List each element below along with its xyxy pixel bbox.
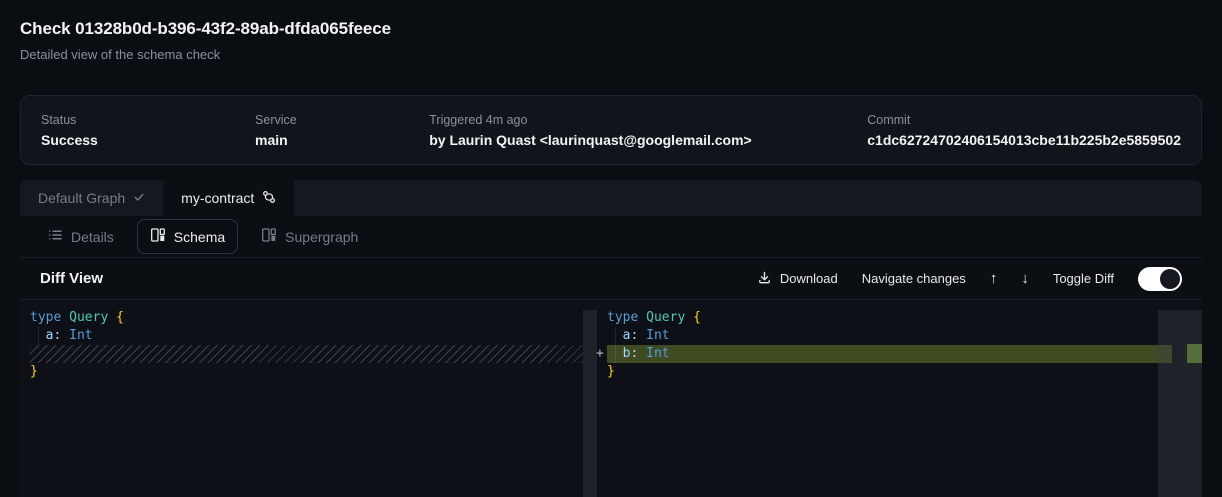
check-summary-card: Status Success Service main Triggered 4m… [20, 95, 1202, 165]
view-tab-bar: Details Schema Supergraph [20, 216, 1202, 258]
diff-pane-left: type Query { a: Int} [20, 300, 583, 497]
added-change-overview-marker [1187, 344, 1202, 363]
triggered-value: by Laurin Quast <laurinquast@googlemail.… [429, 132, 867, 148]
tab-schema[interactable]: Schema [137, 219, 238, 254]
triggered-label: Triggered 4m ago [429, 113, 867, 127]
page-header: Check 01328b0d-b396-43f2-89ab-dfda065fee… [20, 0, 1202, 64]
code-line: type Query { [607, 309, 1202, 327]
service-label: Service [255, 113, 429, 127]
check-detail-panel: Details Schema Supergraph Diff View Down… [20, 216, 1202, 497]
added-line-marker: + [596, 345, 604, 363]
toggle-diff-label: Toggle Diff [1053, 271, 1114, 286]
download-button[interactable]: Download [757, 270, 838, 288]
page-subtitle: Detailed view of the schema check [20, 46, 1202, 64]
navigate-changes-label: Navigate changes [862, 271, 966, 286]
download-icon [757, 270, 772, 288]
diff-view-title: Diff View [40, 270, 103, 287]
diff-pane-right: type Query { a: Int b: Int} [607, 300, 1202, 497]
arrow-up-icon: ↑ [990, 270, 998, 287]
tab-my-contract-label: my-contract [181, 190, 254, 206]
page-title: Check 01328b0d-b396-43f2-89ab-dfda065fee… [20, 18, 1202, 40]
tab-details-label: Details [71, 229, 114, 245]
code-line-added: b: Int [607, 345, 1202, 363]
service-value: main [255, 132, 429, 148]
columns-icon [261, 227, 277, 246]
download-label: Download [780, 271, 838, 286]
left-pane-scrollbar[interactable] [583, 310, 597, 497]
tab-details[interactable]: Details [34, 219, 127, 254]
diff-toolbar: Diff View Download Navigate changes ↑ ↓ … [20, 258, 1202, 300]
indent-guide [615, 327, 616, 363]
status-label: Status [41, 113, 255, 127]
summary-status: Status Success [41, 113, 255, 148]
arrow-down-icon: ↓ [1021, 270, 1029, 287]
previous-change-button[interactable]: ↑ [990, 270, 998, 287]
navigate-changes-button[interactable]: Navigate changes [862, 271, 966, 286]
tab-default-graph[interactable]: Default Graph [20, 180, 163, 216]
code-line: } [30, 363, 583, 381]
code-line-spacer [30, 345, 583, 363]
code-before: type Query { a: Int} [20, 300, 583, 381]
commit-hash: c1dc62724702406154013cbe11b225b2e5859502 [867, 132, 1181, 148]
commit-label: Commit [867, 113, 1181, 127]
diff-controls: Download Navigate changes ↑ ↓ Toggle Dif… [757, 267, 1182, 291]
code-line: a: Int [30, 327, 583, 345]
code-line: type Query { [30, 309, 583, 327]
tab-supergraph[interactable]: Supergraph [248, 219, 371, 254]
right-pane-scrollbar[interactable] [1158, 310, 1202, 497]
check-icon [133, 190, 145, 206]
summary-service: Service main [255, 113, 429, 148]
columns-icon [150, 227, 166, 246]
graph-tab-bar: Default Graph my-contract [20, 180, 1202, 216]
next-change-button[interactable]: ↓ [1021, 270, 1029, 287]
summary-commit: Commit c1dc62724702406154013cbe11b225b2e… [867, 113, 1181, 148]
diff-editor: type Query { a: Int} + type Query { a: I… [20, 300, 1202, 497]
toggle-diff-switch[interactable] [1138, 267, 1182, 291]
git-compare-icon [262, 190, 276, 207]
code-line: } [607, 363, 1202, 381]
tab-supergraph-label: Supergraph [285, 229, 358, 245]
tab-my-contract[interactable]: my-contract [163, 180, 294, 216]
schema-check-page: Check 01328b0d-b396-43f2-89ab-dfda065fee… [0, 0, 1222, 497]
list-icon [47, 227, 63, 246]
switch-knob [1160, 269, 1180, 289]
indent-guide [38, 327, 39, 345]
code-line: a: Int [607, 327, 1202, 345]
tab-default-graph-label: Default Graph [38, 190, 125, 206]
status-value: Success [41, 132, 255, 148]
code-after: type Query { a: Int b: Int} [607, 300, 1202, 381]
summary-triggered: Triggered 4m ago by Laurin Quast <laurin… [429, 113, 867, 148]
tab-schema-label: Schema [174, 229, 225, 245]
